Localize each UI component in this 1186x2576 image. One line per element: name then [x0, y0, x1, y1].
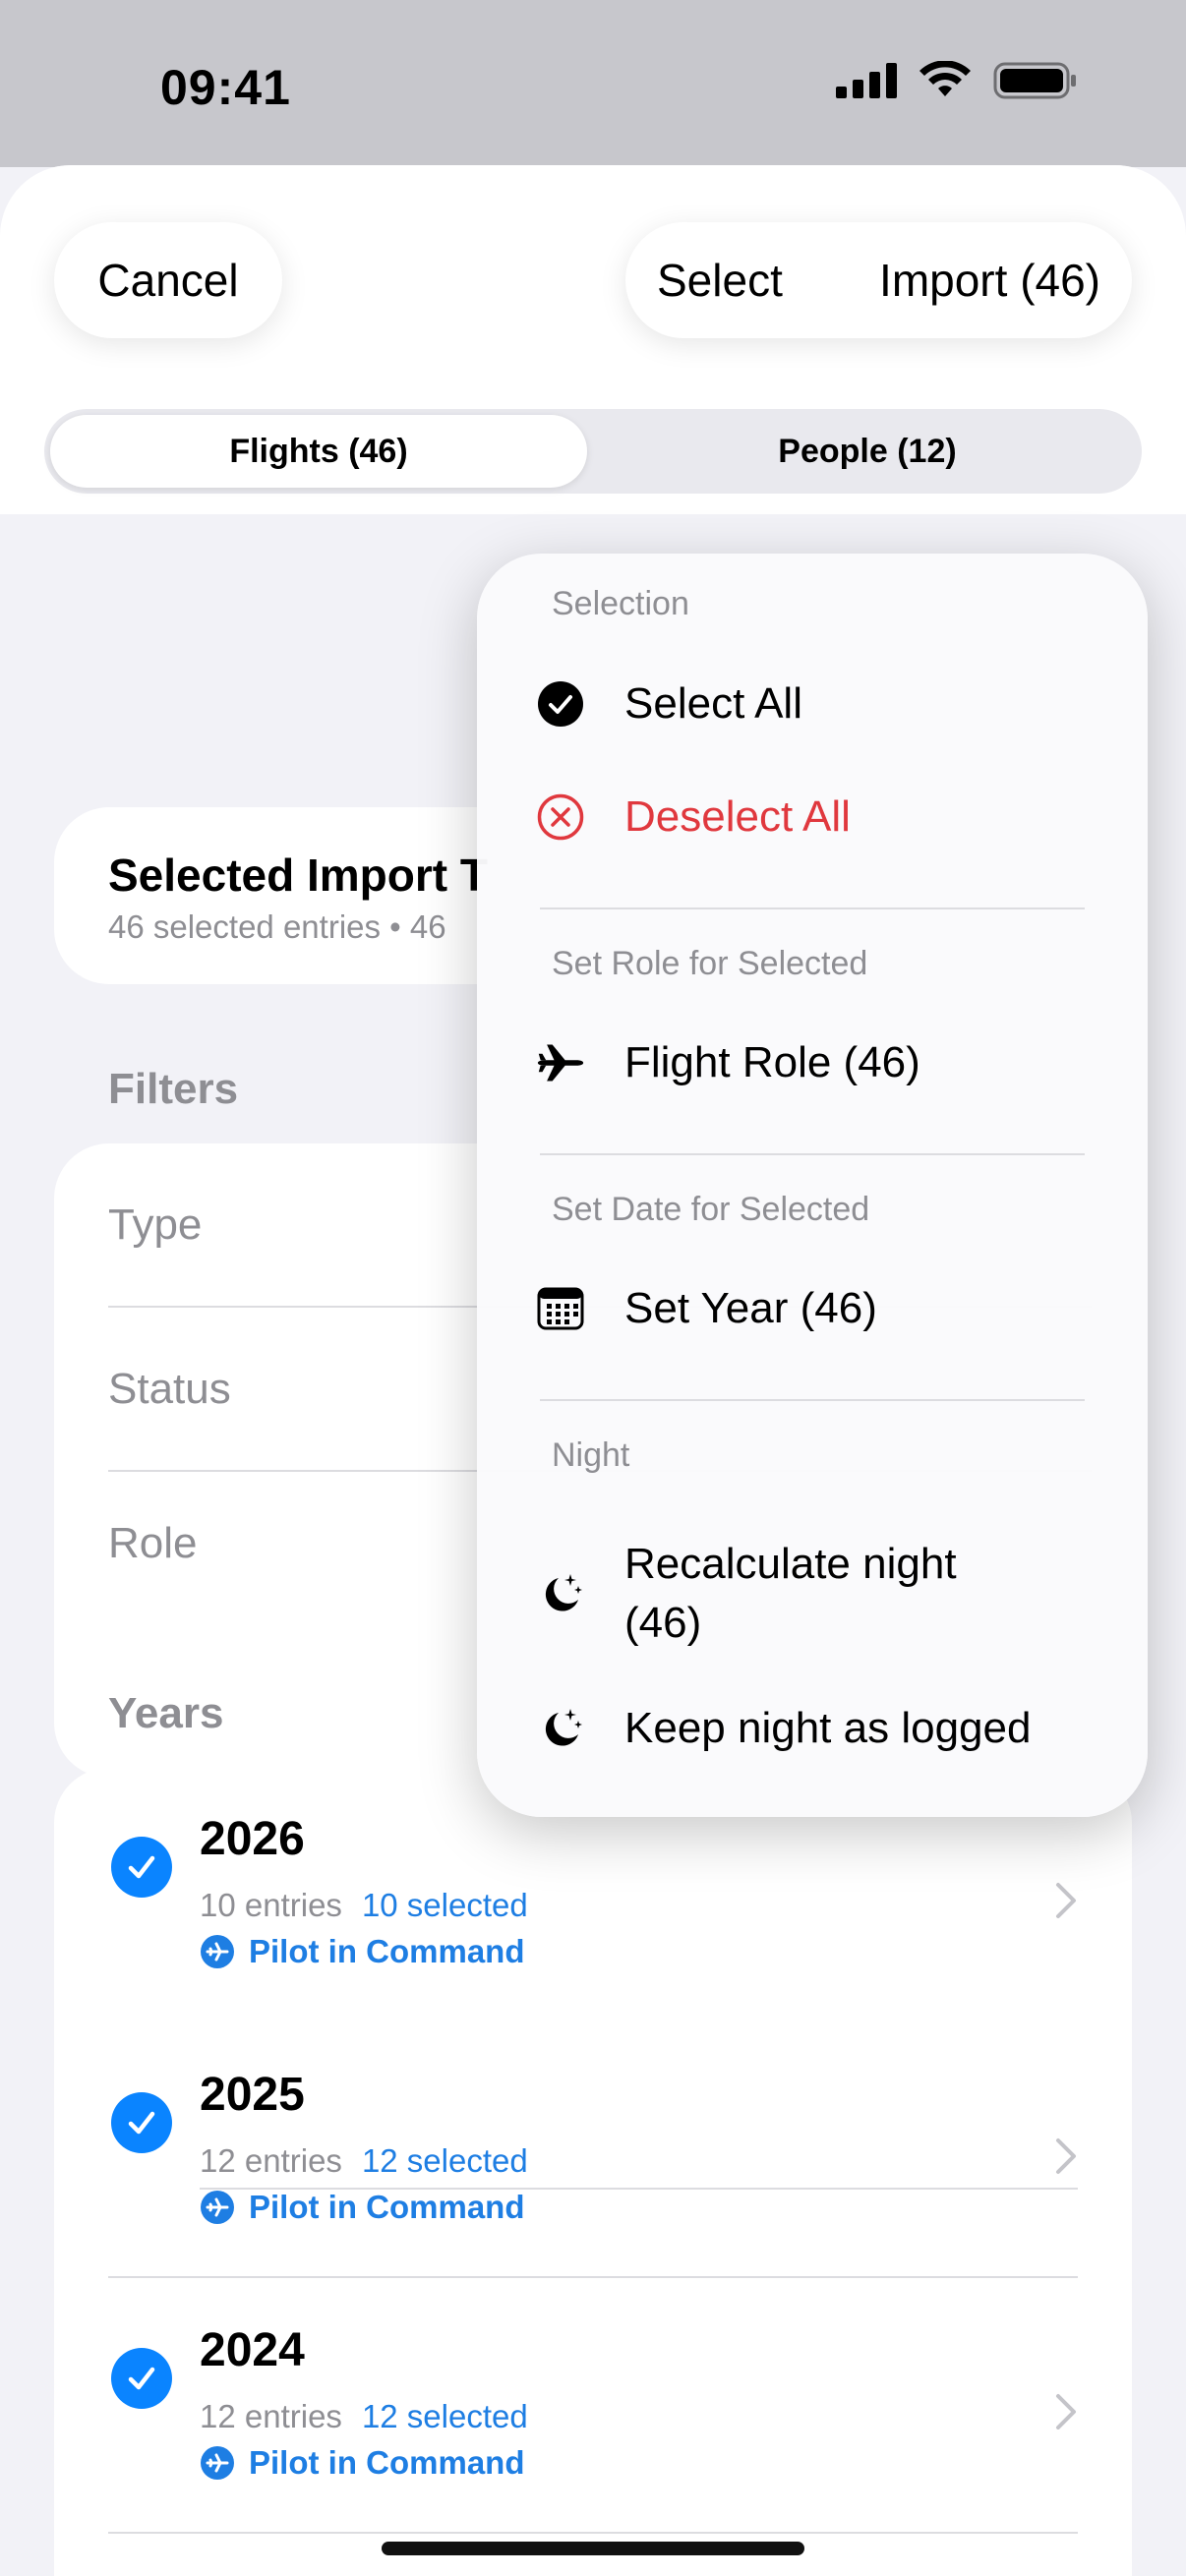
airplane-icon — [536, 1038, 585, 1087]
flight-role-label: Flight Role (46) — [624, 1038, 920, 1086]
deselect-all-label: Deselect All — [624, 792, 851, 841]
tab-people[interactable]: People (12) — [599, 415, 1136, 488]
tab-flights-label: Flights (46) — [229, 432, 408, 470]
year-title: 2026 — [200, 1813, 305, 1865]
selection-menu: Selection Select All Deselect All Set Ro… — [477, 554, 1148, 1817]
menu-divider — [540, 907, 1085, 909]
airplane-circle-icon — [201, 2191, 234, 2224]
select-all-item[interactable]: Select All — [536, 679, 802, 729]
status-time: 09:41 — [160, 60, 291, 115]
role-line: Pilot in Command — [200, 1933, 525, 1970]
summary-title: Selected Import T — [108, 849, 488, 901]
checkmark-icon[interactable] — [111, 2092, 172, 2153]
recalculate-night-count: (46) — [624, 1599, 702, 1647]
signal-icon — [836, 63, 897, 98]
year-counts: 12 entries 12 selected — [200, 2142, 528, 2180]
moon-stars-icon — [536, 1704, 585, 1753]
checkmark-icon[interactable] — [111, 1837, 172, 1898]
summary-subtitle: 46 selected entries • 46 — [108, 908, 446, 945]
recalculate-night-label: Recalculate night — [624, 1540, 957, 1588]
status-icons — [836, 61, 1078, 100]
recalculate-night-item[interactable]: Recalculate night (46) — [536, 1535, 957, 1653]
menu-section-role: Set Role for Selected — [552, 945, 868, 982]
airplane-circle-icon — [201, 2446, 234, 2480]
filter-role[interactable]: Role — [108, 1519, 198, 1568]
role-line: Pilot in Command — [200, 2189, 525, 2226]
entries-count: 10 entries — [200, 1887, 342, 1923]
chevron-right-icon — [1056, 2394, 1076, 2430]
chevron-right-icon — [1056, 1883, 1076, 1918]
recalculate-night-text: Recalculate night (46) — [624, 1535, 957, 1653]
set-year-label: Set Year (46) — [624, 1284, 877, 1332]
wifi-icon — [919, 61, 971, 96]
checkmark-circle-icon — [536, 679, 585, 729]
filter-status[interactable]: Status — [108, 1365, 231, 1414]
year-counts: 12 entries 12 selected — [200, 2398, 528, 2435]
entries-count: 12 entries — [200, 2398, 342, 2434]
menu-section-selection: Selection — [552, 585, 689, 622]
deselect-all-item[interactable]: Deselect All — [536, 792, 851, 842]
select-menu-button[interactable]: Select — [657, 254, 783, 307]
calendar-icon — [536, 1284, 585, 1333]
years-heading: Years — [108, 1689, 224, 1737]
role-label: Pilot in Command — [249, 2189, 525, 2225]
menu-divider — [540, 1399, 1085, 1401]
cancel-button[interactable]: Cancel — [54, 222, 282, 338]
divider — [108, 2276, 1078, 2278]
flight-role-item[interactable]: Flight Role (46) — [536, 1038, 920, 1087]
status-bar: 09:41 — [0, 0, 1186, 167]
keep-night-label: Keep night as logged — [624, 1704, 1032, 1752]
select-all-label: Select All — [624, 679, 802, 728]
import-button[interactable]: Import (46) — [879, 254, 1100, 307]
year-title: 2024 — [200, 2324, 305, 2376]
filter-type[interactable]: Type — [108, 1200, 202, 1250]
year-title: 2025 — [200, 2069, 305, 2121]
selected-count: 12 selected — [361, 2142, 528, 2179]
airplane-circle-icon — [201, 1935, 234, 1968]
moon-stars-icon — [536, 1569, 585, 1618]
menu-section-night: Night — [552, 1436, 630, 1474]
filters-heading: Filters — [108, 1065, 239, 1113]
cancel-label: Cancel — [97, 255, 239, 306]
tab-people-label: People (12) — [778, 432, 957, 470]
keep-night-item[interactable]: Keep night as logged — [536, 1704, 1031, 1753]
entries-count: 12 entries — [200, 2142, 342, 2179]
home-indicator[interactable] — [382, 2542, 804, 2555]
tab-flights[interactable]: Flights (46) — [50, 415, 587, 488]
selected-count: 12 selected — [361, 2398, 528, 2434]
xmark-circle-icon — [536, 792, 585, 842]
chevron-right-icon — [1056, 2138, 1076, 2174]
role-label: Pilot in Command — [249, 2444, 525, 2481]
battery-icon — [993, 62, 1076, 99]
role-line: Pilot in Command — [200, 2444, 525, 2482]
set-year-item[interactable]: Set Year (46) — [536, 1284, 877, 1333]
divider — [108, 2532, 1078, 2534]
role-label: Pilot in Command — [249, 1933, 525, 1969]
checkmark-icon[interactable] — [111, 2348, 172, 2409]
selected-count: 10 selected — [361, 1887, 528, 1923]
year-counts: 10 entries 10 selected — [200, 1887, 528, 1924]
menu-section-date: Set Date for Selected — [552, 1191, 870, 1228]
menu-divider — [540, 1153, 1085, 1155]
header-actions: Select Import (46) — [625, 222, 1132, 338]
segmented-control: Flights (46) People (12) — [44, 409, 1142, 494]
